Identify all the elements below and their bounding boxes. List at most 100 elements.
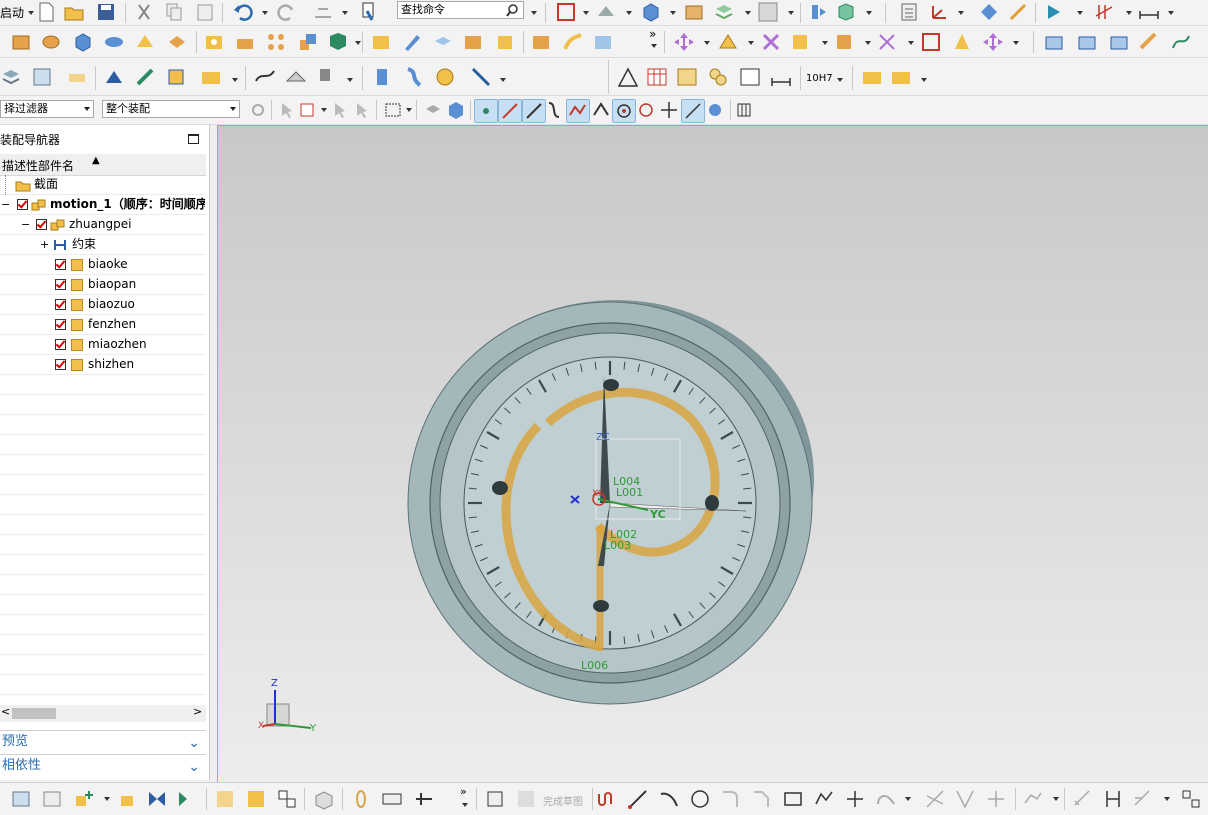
damper-icon[interactable] xyxy=(434,66,456,88)
motion-play-icon[interactable] xyxy=(1043,1,1065,23)
tree-row-constraints[interactable]: + 约束 xyxy=(0,235,206,255)
surface-5-icon[interactable] xyxy=(1170,31,1192,53)
spline-chevron-icon[interactable] xyxy=(905,797,911,801)
snap-intersection-icon[interactable] xyxy=(590,99,612,121)
corner-icon[interactable] xyxy=(985,788,1007,810)
wcs-icon[interactable] xyxy=(835,1,857,23)
grid-add-icon[interactable] xyxy=(676,66,698,88)
dimension-sketch-icon[interactable] xyxy=(1102,788,1124,810)
visibility-checkbox[interactable] xyxy=(36,219,47,230)
surface-mesh-icon[interactable] xyxy=(285,66,307,88)
add-component-chevron-icon[interactable] xyxy=(822,41,828,45)
snap-tangent-icon[interactable] xyxy=(681,99,705,123)
contact-icon[interactable] xyxy=(470,66,492,88)
note-icon[interactable] xyxy=(739,66,761,88)
visibility-checkbox[interactable] xyxy=(55,359,66,370)
part-navigator-icon[interactable] xyxy=(898,1,920,23)
cut-icon[interactable] xyxy=(133,1,155,23)
extend-icon[interactable] xyxy=(954,788,976,810)
sensor-icon[interactable] xyxy=(317,66,339,88)
block-icon[interactable] xyxy=(72,31,94,53)
repeat-command-icon[interactable] xyxy=(312,1,334,23)
feature-select-chevron-icon[interactable] xyxy=(321,108,327,112)
expand-icon[interactable]: + xyxy=(40,235,49,254)
selection-gear-icon[interactable] xyxy=(247,99,269,121)
draft-icon[interactable] xyxy=(462,31,484,53)
boss-icon[interactable] xyxy=(234,31,256,53)
snap-center-icon[interactable] xyxy=(612,99,636,123)
background-color-icon[interactable] xyxy=(757,1,779,23)
visibility-checkbox[interactable] xyxy=(55,299,66,310)
save-icon[interactable] xyxy=(95,1,117,23)
layer-settings-icon[interactable] xyxy=(713,1,735,23)
surface-3-icon[interactable] xyxy=(1108,31,1130,53)
start-menu[interactable]: 启动 xyxy=(0,4,24,21)
unite-icon[interactable] xyxy=(297,31,319,53)
render-style-chevron-icon[interactable] xyxy=(670,11,676,15)
general-select-icon[interactable] xyxy=(277,99,299,121)
joint-icon[interactable] xyxy=(381,788,403,810)
offset-chevron-icon[interactable] xyxy=(1053,797,1059,801)
mate-chevron-icon[interactable] xyxy=(748,41,754,45)
mirror-chevron-icon[interactable] xyxy=(865,41,871,45)
visibility-checkbox[interactable] xyxy=(55,259,66,270)
tree-row-biaoke[interactable]: biaoke xyxy=(0,255,206,275)
shell-icon[interactable] xyxy=(432,31,454,53)
select-filter-2-icon[interactable] xyxy=(330,99,352,121)
snap-line-icon[interactable] xyxy=(498,99,522,123)
tree-row-biaopan[interactable]: biaopan xyxy=(0,275,206,295)
rectangle-select-chevron-icon[interactable] xyxy=(406,108,412,112)
cylinder-icon[interactable] xyxy=(103,31,125,53)
thicken-icon[interactable] xyxy=(592,31,614,53)
render-style-icon[interactable] xyxy=(640,1,662,23)
fit-view-icon[interactable] xyxy=(555,1,577,23)
annotation-icon[interactable] xyxy=(66,66,88,88)
driver-icon[interactable] xyxy=(413,788,435,810)
work-layer-icon[interactable] xyxy=(808,1,830,23)
trim-body-icon[interactable] xyxy=(494,31,516,53)
attribute-icon[interactable] xyxy=(200,66,222,88)
undo-icon[interactable] xyxy=(232,1,254,23)
tree-row-section[interactable]: 截面 xyxy=(0,175,206,195)
weld-2-icon[interactable] xyxy=(890,66,912,88)
layer-chevron-icon[interactable] xyxy=(745,11,751,15)
sphere-icon[interactable] xyxy=(166,31,188,53)
redo-icon[interactable] xyxy=(276,1,298,23)
fillet-icon[interactable] xyxy=(720,788,742,810)
maximize-icon[interactable] xyxy=(188,134,199,144)
surface-4-icon[interactable] xyxy=(1138,31,1160,53)
sketch-icon[interactable] xyxy=(485,788,507,810)
spring-icon[interactable] xyxy=(371,66,393,88)
column-header[interactable]: 描述性部件名 ▲ xyxy=(0,154,206,176)
component-array-icon[interactable] xyxy=(214,788,236,810)
fit-view-chevron-icon[interactable] xyxy=(583,11,589,15)
motion-chevron-icon[interactable] xyxy=(1077,11,1083,15)
finish-sketch-icon[interactable] xyxy=(515,788,537,810)
start-menu-chevron-icon[interactable] xyxy=(28,11,34,15)
view-orient-icon[interactable] xyxy=(595,1,617,23)
sequence-icon[interactable] xyxy=(982,31,1004,53)
weld-chevron-icon[interactable] xyxy=(921,78,927,82)
collapse-icon[interactable]: − xyxy=(21,215,30,234)
move-component-icon[interactable] xyxy=(673,31,695,53)
datum-csys-icon[interactable] xyxy=(928,1,950,23)
point-icon[interactable] xyxy=(844,788,866,810)
analyze-icon[interactable] xyxy=(1007,1,1029,23)
preview-panel[interactable]: 预览 ⌄ xyxy=(0,730,206,752)
chain-link-icon[interactable] xyxy=(350,788,372,810)
clearance-analysis-icon[interactable] xyxy=(951,31,973,53)
measure-distance-icon[interactable] xyxy=(1138,1,1160,23)
add-component-icon[interactable] xyxy=(790,31,812,53)
edge-display-icon[interactable] xyxy=(683,1,705,23)
edit-feature-icon[interactable] xyxy=(134,66,156,88)
spline-icon[interactable] xyxy=(254,66,276,88)
mirror-icon[interactable] xyxy=(146,788,168,810)
link-geometry-icon[interactable] xyxy=(276,788,298,810)
move-chevron-icon[interactable] xyxy=(704,41,710,45)
repeat-chevron-icon[interactable] xyxy=(342,11,348,15)
snap-quadrant-icon[interactable] xyxy=(635,99,657,121)
tree-row-zhuangpei[interactable]: − zhuangpei xyxy=(0,215,206,235)
search-icon[interactable] xyxy=(505,3,519,17)
feature-select-icon[interactable] xyxy=(298,99,320,121)
graphics-viewport[interactable]: ZC YC XC L004 L001 L002 L003 L006 Z Y X xyxy=(217,125,1208,782)
